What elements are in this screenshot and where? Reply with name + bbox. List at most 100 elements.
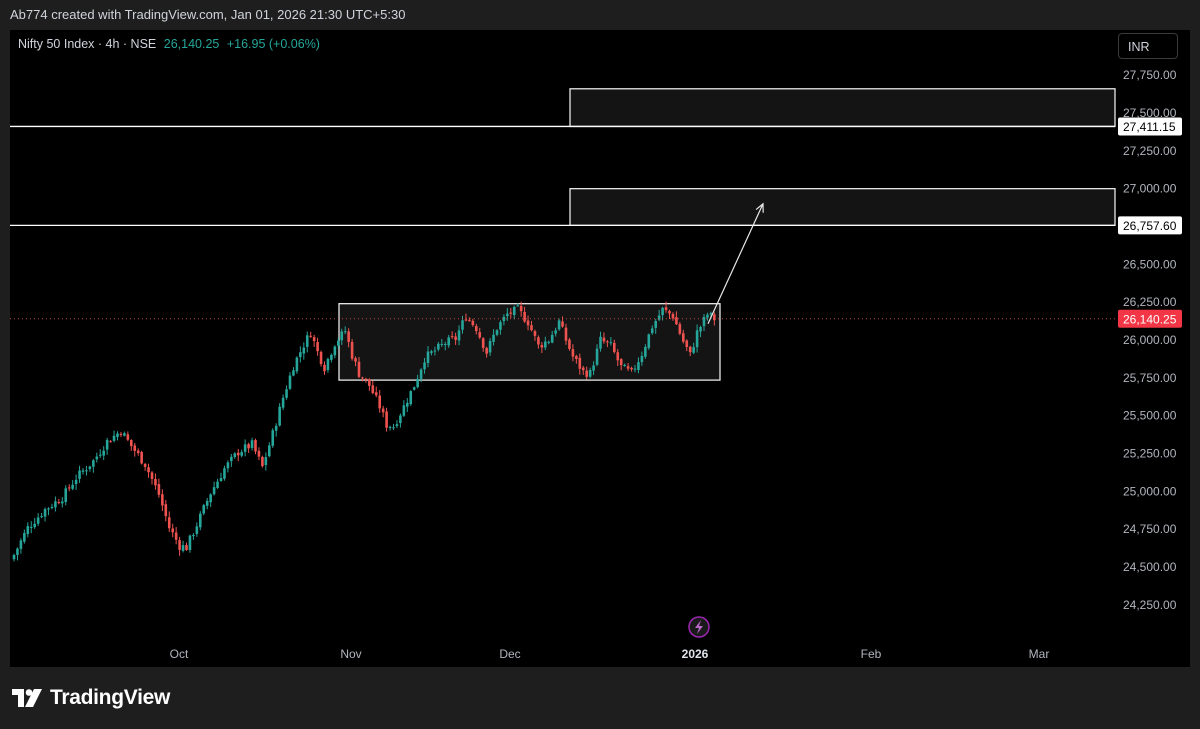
candle-body bbox=[278, 406, 281, 426]
candle-body bbox=[588, 370, 592, 377]
candle-body bbox=[333, 346, 337, 356]
candle-body bbox=[281, 397, 285, 408]
candle-body bbox=[402, 405, 406, 416]
candle-body bbox=[26, 526, 30, 534]
x-tick-label: Oct bbox=[170, 647, 189, 661]
candle-body bbox=[654, 321, 657, 328]
y-tick-label: 25,500.00 bbox=[1123, 409, 1177, 423]
tradingview-logo[interactable]: TradingView bbox=[12, 686, 170, 710]
candle-body bbox=[606, 341, 609, 343]
candle-body bbox=[702, 316, 706, 327]
chart-area[interactable]: 27,750.00 27,500.00 27,250.00 27,000.00 26,5… bbox=[10, 30, 1190, 667]
candle-body bbox=[682, 333, 685, 342]
candle-body bbox=[326, 358, 330, 371]
candle-body bbox=[343, 331, 347, 333]
candle-body bbox=[454, 336, 457, 340]
price-change: +16.95 (+0.06%) bbox=[226, 37, 320, 51]
candle-body bbox=[506, 313, 509, 317]
symbol-legend: Nifty 50 Index · 4h · NSE 26,140.25 +16.… bbox=[18, 37, 320, 51]
candle-body bbox=[61, 501, 64, 504]
x-tick-label: Mar bbox=[1029, 647, 1050, 661]
candle-body bbox=[236, 452, 240, 456]
candle-body bbox=[688, 346, 692, 353]
candle-body bbox=[571, 349, 575, 357]
footer: TradingView bbox=[0, 667, 1200, 729]
candle-body bbox=[592, 365, 595, 371]
candle-body bbox=[116, 433, 119, 437]
candle-body bbox=[499, 322, 502, 330]
candle-body bbox=[512, 306, 516, 316]
candle-body bbox=[609, 342, 613, 344]
candle-body bbox=[530, 325, 533, 331]
candle-body bbox=[205, 500, 209, 506]
candle-body bbox=[299, 352, 302, 358]
candle-body bbox=[98, 454, 102, 456]
candle-body bbox=[36, 517, 40, 524]
y-tick-label: 26,500.00 bbox=[1123, 257, 1177, 271]
y-tick-label: 25,750.00 bbox=[1123, 371, 1177, 385]
candle-body bbox=[230, 456, 233, 462]
candle-body bbox=[199, 513, 202, 528]
candle-body bbox=[133, 445, 137, 451]
candle-body bbox=[330, 354, 333, 360]
candle-body bbox=[95, 456, 99, 460]
candle-body bbox=[29, 526, 33, 528]
y-tick-label: 26,000.00 bbox=[1123, 333, 1177, 347]
candle-body bbox=[292, 370, 295, 376]
candle-body bbox=[12, 554, 16, 560]
candle-body bbox=[250, 440, 254, 449]
upper-target-zone bbox=[569, 88, 1116, 128]
candle-body bbox=[140, 452, 143, 464]
candle-body bbox=[71, 484, 74, 489]
candle-body bbox=[188, 535, 192, 551]
x-tick-label: Feb bbox=[861, 647, 882, 661]
candle-body bbox=[112, 435, 116, 441]
currency-button[interactable]: INR bbox=[1118, 33, 1178, 59]
candle-body bbox=[492, 334, 495, 342]
candle-body bbox=[340, 331, 344, 341]
y-tick-label: 26,250.00 bbox=[1123, 295, 1177, 309]
candle-body bbox=[337, 340, 340, 346]
candle-body bbox=[440, 343, 444, 345]
candle-body bbox=[150, 472, 154, 479]
candle-body bbox=[664, 307, 668, 311]
candle-body bbox=[309, 335, 312, 337]
candle-body bbox=[578, 357, 582, 369]
candlestick-chart[interactable]: 27,750.0027,500.0027,250.0027,000.0026,5… bbox=[10, 30, 1190, 667]
candle-body bbox=[406, 402, 409, 407]
y-tick-label: 24,250.00 bbox=[1123, 598, 1177, 612]
candle-body bbox=[23, 533, 26, 542]
candle-body bbox=[136, 450, 140, 454]
candle-body bbox=[485, 347, 488, 354]
candle-body bbox=[675, 317, 678, 325]
candle-body bbox=[678, 324, 682, 334]
candle-body bbox=[626, 366, 630, 369]
candle-body bbox=[623, 364, 626, 366]
candle-body bbox=[347, 331, 350, 342]
candle-body bbox=[16, 548, 19, 555]
candle-body bbox=[295, 357, 299, 372]
candle-body bbox=[102, 450, 105, 456]
candle-body bbox=[64, 488, 68, 502]
candle-body bbox=[88, 466, 92, 470]
x-tick-label: Dec bbox=[499, 647, 520, 661]
x-tick-label: Nov bbox=[340, 647, 361, 661]
candle-body bbox=[316, 342, 319, 352]
candle-body bbox=[271, 430, 275, 446]
candle-body bbox=[568, 339, 571, 349]
candle-body bbox=[488, 340, 492, 353]
lightning-event-icon[interactable] bbox=[688, 616, 710, 638]
candle-body bbox=[354, 358, 357, 362]
candle-body bbox=[368, 379, 371, 386]
candle-body bbox=[371, 385, 375, 394]
candle-body bbox=[561, 321, 564, 327]
candle-body bbox=[671, 313, 675, 319]
candle-body bbox=[43, 509, 47, 517]
candle-body bbox=[616, 352, 620, 361]
candle-body bbox=[399, 415, 402, 423]
candle-body bbox=[412, 387, 416, 390]
candle-body bbox=[67, 487, 71, 489]
candle-body bbox=[288, 375, 292, 389]
candle-body bbox=[509, 312, 513, 314]
candle-body bbox=[537, 337, 540, 345]
